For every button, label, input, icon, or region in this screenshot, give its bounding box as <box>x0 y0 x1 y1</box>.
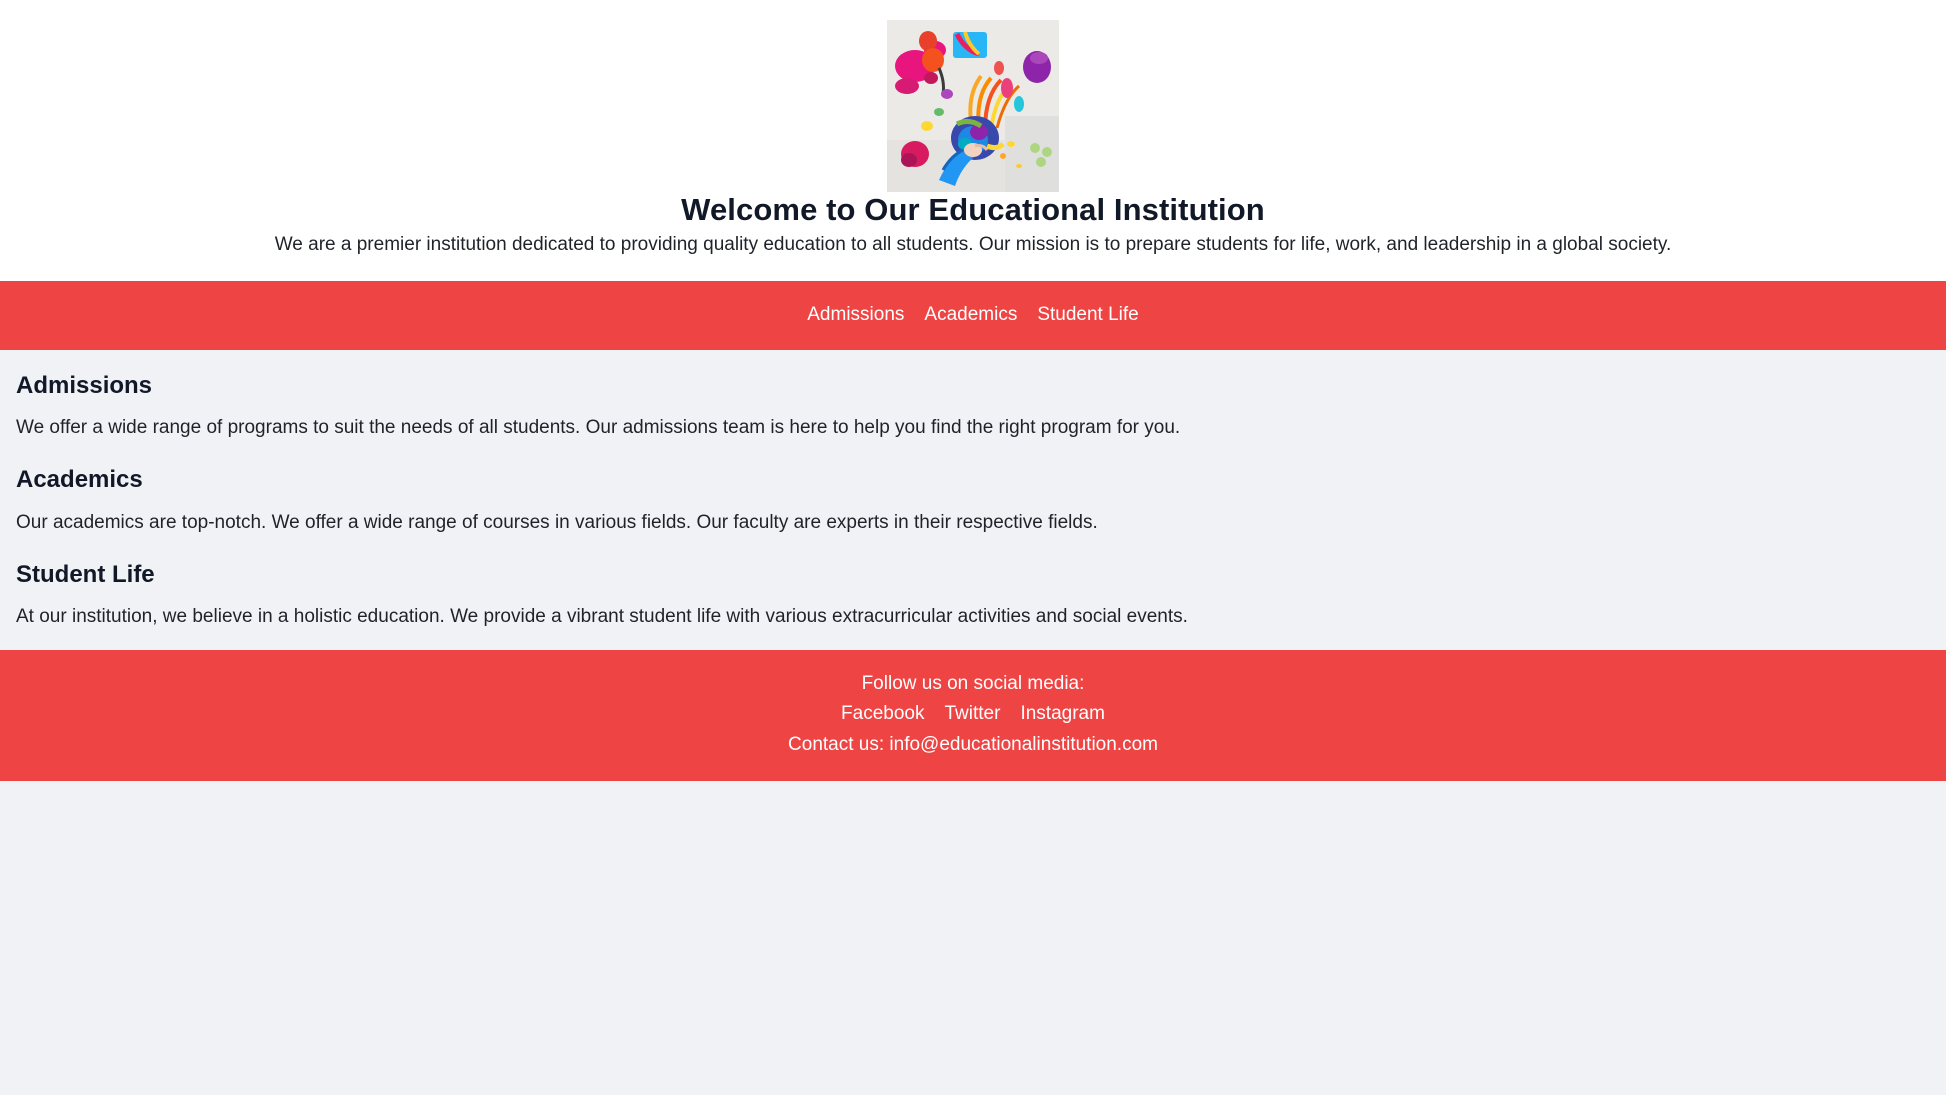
section-title-student-life: Student Life <box>16 561 155 589</box>
social-item-instagram: Instagram <box>1020 700 1104 729</box>
nav-item-academics: Academics <box>924 302 1017 329</box>
social-links-list: Facebook Twitter Instagram <box>16 700 1930 729</box>
page-title: Welcome to Our Educational Institution <box>681 192 1265 227</box>
nav-item-student-life: Student Life <box>1037 302 1138 329</box>
page-root: Welcome to Our Educational Institution W… <box>0 0 1946 1095</box>
social-item-twitter: Twitter <box>945 700 1001 729</box>
footer-follow-heading: Follow us on social media: <box>861 672 1085 694</box>
social-link-facebook[interactable]: Facebook <box>841 703 924 724</box>
section-admissions: Admissions We offer a wide range of prog… <box>16 370 1930 443</box>
section-academics: Academics Our academics are top-notch. W… <box>16 464 1930 537</box>
section-title-academics: Academics <box>16 466 143 494</box>
nav-link-admissions[interactable]: Admissions <box>807 302 904 329</box>
nav-link-academics[interactable]: Academics <box>924 302 1017 329</box>
section-student-life: Student Life At our institution, we beli… <box>16 559 1930 632</box>
site-footer: Follow us on social media: Facebook Twit… <box>0 649 1946 782</box>
social-item-facebook: Facebook <box>841 700 924 729</box>
main-content: Admissions We offer a wide range of prog… <box>0 349 1946 650</box>
nav-item-admissions: Admissions <box>807 302 904 329</box>
social-link-twitter[interactable]: Twitter <box>945 703 1001 724</box>
page-bottom-spacer <box>0 781 1946 1095</box>
logo-wrapper <box>16 20 1930 192</box>
section-body-academics: Our academics are top-notch. We offer a … <box>16 511 1098 533</box>
footer-contact: Contact us: info@educationalinstitution.… <box>788 733 1158 755</box>
nav-list: Admissions Academics Student Life <box>16 302 1930 329</box>
site-header: Welcome to Our Educational Institution W… <box>0 0 1946 282</box>
section-body-admissions: We offer a wide range of programs to sui… <box>16 416 1181 438</box>
section-body-student-life: At our institution, we believe in a holi… <box>16 606 1188 628</box>
main-navigation: Admissions Academics Student Life <box>0 281 1946 350</box>
nav-link-student-life[interactable]: Student Life <box>1037 302 1138 329</box>
page-tagline: We are a premier institution dedicated t… <box>274 233 1672 255</box>
social-link-instagram[interactable]: Instagram <box>1020 703 1104 724</box>
section-title-admissions: Admissions <box>16 371 153 399</box>
paint-artwork-image <box>887 20 1059 192</box>
